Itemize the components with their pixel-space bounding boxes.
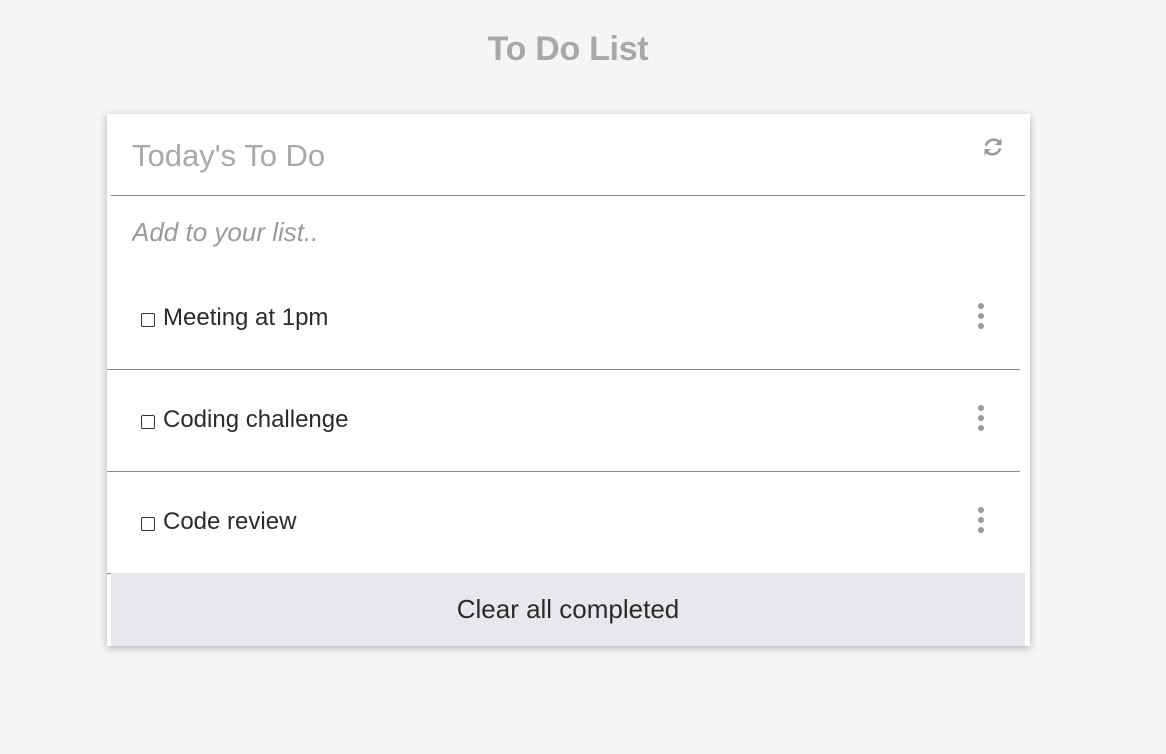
todo-item: Coding challenge (107, 370, 1020, 472)
clear-completed-button[interactable]: Clear all completed (111, 573, 1025, 646)
todo-item: Meeting at 1pm (107, 268, 1020, 370)
todo-list: Meeting at 1pm Coding challenge Code rev… (107, 268, 1020, 574)
todo-checkbox[interactable] (141, 415, 155, 429)
kebab-menu-icon[interactable] (975, 303, 987, 333)
todo-text: Code review (163, 508, 297, 535)
add-todo-input[interactable] (132, 212, 992, 252)
todo-item: Code review (107, 472, 1020, 574)
todo-card: Today's To Do Meeting at 1pm Coding chal… (107, 114, 1030, 646)
todo-checkbox[interactable] (141, 517, 155, 531)
page-title: To Do List (487, 30, 649, 68)
todo-text: Meeting at 1pm (163, 304, 329, 331)
card-header: Today's To Do (111, 114, 1025, 196)
card-title: Today's To Do (132, 138, 326, 173)
refresh-icon[interactable] (981, 135, 1005, 159)
kebab-menu-icon[interactable] (975, 405, 987, 435)
kebab-menu-icon[interactable] (975, 507, 987, 537)
todo-checkbox[interactable] (141, 313, 155, 327)
todo-text: Coding challenge (163, 406, 349, 433)
